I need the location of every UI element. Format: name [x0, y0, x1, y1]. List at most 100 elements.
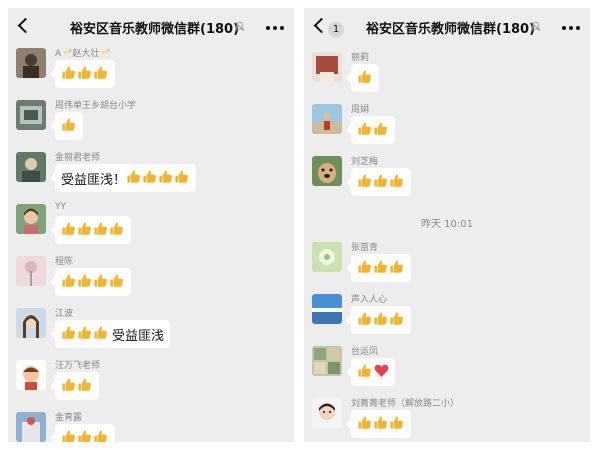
thumbs-up-emoji	[61, 65, 109, 84]
avatar[interactable]	[312, 156, 342, 186]
thumbs-up-icon	[357, 259, 372, 278]
sender-name: A🥂赵大壮🥂	[55, 49, 111, 59]
avatar[interactable]	[16, 308, 46, 338]
message-bubble[interactable]	[50, 268, 131, 296]
thumbs-up-icon	[61, 65, 76, 84]
thumbs-up-icon	[389, 311, 404, 330]
sender-name: 江波	[55, 309, 74, 319]
heart-emoji	[374, 363, 389, 382]
thumbs-up-icon	[373, 311, 388, 330]
thumbs-up-icon	[61, 377, 76, 396]
avatar[interactable]	[312, 242, 342, 272]
thumbs-up-emoji	[357, 259, 405, 278]
message-bubble[interactable]	[346, 254, 411, 282]
message-item: A🥂赵大壮🥂	[8, 48, 294, 100]
sender-name: 刘菁菁老师（解放路二小）	[351, 399, 460, 409]
avatar[interactable]	[16, 412, 46, 442]
message-bubble[interactable]	[346, 358, 395, 386]
more-options-icon[interactable]	[562, 26, 580, 30]
thumbs-up-icon	[389, 259, 404, 278]
message-bubble[interactable]	[50, 424, 115, 442]
message-bubble[interactable]	[346, 168, 411, 196]
thumbs-up-icon	[77, 65, 92, 84]
message-item: 周伟单王乡胡台小学	[8, 100, 294, 152]
thumbs-up-icon	[373, 415, 388, 434]
thumbs-up-icon	[389, 415, 404, 434]
thumbs-up-icon	[357, 311, 372, 330]
thumbs-up-icon	[109, 221, 124, 240]
thumbs-up-emoji	[357, 311, 405, 330]
message-bubble[interactable]	[50, 216, 131, 244]
message-bubble[interactable]: 受益匪浅	[49, 320, 171, 348]
sender-name: YY	[55, 202, 66, 212]
thumbs-up-emoji	[126, 169, 190, 188]
thumbs-up-emoji	[357, 121, 389, 140]
sender-name: 丽莉	[351, 53, 370, 63]
avatar[interactable]	[16, 48, 46, 78]
avatar[interactable]	[312, 294, 342, 324]
message-item: 金丽君老师 受益匪浅！	[8, 152, 294, 204]
message-text: 受益匪浅！	[61, 172, 127, 188]
thumbs-up-icon	[357, 363, 372, 382]
thumbs-up-emoji	[61, 325, 109, 344]
sender-name: 汪万飞老师	[55, 361, 101, 371]
message-item: 周娟	[304, 104, 590, 156]
thumbs-up-icon	[93, 273, 108, 292]
message-item: YY	[8, 202, 294, 256]
thumbs-up-icon	[357, 121, 372, 140]
thumbs-up-icon	[93, 65, 108, 84]
message-bubble[interactable]	[50, 60, 115, 88]
avatar[interactable]	[312, 104, 342, 134]
thumbs-up-icon	[174, 169, 189, 188]
thumbs-up-icon	[77, 377, 92, 396]
avatar[interactable]	[16, 360, 46, 390]
thumbs-up-icon	[373, 121, 388, 140]
message-item: 江波 受益匪浅	[8, 308, 294, 360]
avatar[interactable]	[16, 204, 46, 234]
back-icon[interactable]	[17, 17, 34, 34]
thumbs-up-icon	[77, 273, 92, 292]
message-bubble[interactable]	[50, 112, 83, 140]
avatar[interactable]	[312, 398, 342, 428]
avatar[interactable]	[312, 52, 342, 82]
chat-panel-right: 1 裕安区音乐教师微信群(180) 丽莉 周娟 刘芝梅 昨天 10:01 张苗青…	[304, 8, 590, 442]
avatar[interactable]	[16, 152, 46, 182]
message-bubble[interactable]	[50, 372, 99, 400]
thumbs-up-icon	[357, 69, 372, 88]
chat-panel-left: 裕安区音乐教师微信群(180) A🥂赵大壮🥂 周伟单王乡胡台小学 金丽君老师 受…	[8, 8, 294, 442]
sender-name: 金丽君老师	[55, 153, 101, 163]
message-item: 声入人心	[304, 294, 590, 346]
avatar[interactable]	[312, 346, 342, 376]
sender-name: 台运凤	[351, 347, 379, 357]
thumbs-up-icon	[77, 429, 92, 442]
back-icon[interactable]	[313, 17, 330, 34]
avatar[interactable]	[16, 256, 46, 286]
message-bubble[interactable]	[346, 116, 395, 144]
message-item: 程陈	[8, 256, 294, 308]
thumbs-up-icon	[126, 169, 141, 188]
thumbs-up-emoji	[61, 429, 109, 442]
thumbs-up-icon	[61, 325, 76, 344]
message-item: 丽莉	[304, 52, 590, 104]
thumbs-up-icon	[93, 325, 108, 344]
thumbs-up-icon	[77, 221, 92, 240]
sender-name: 周伟单王乡胡台小学	[55, 101, 137, 111]
message-bubble[interactable]	[346, 306, 411, 334]
mute-bell-icon	[530, 21, 541, 31]
message-item: 刘菁菁老师（解放路二小）	[304, 398, 590, 442]
message-item: 金育露	[8, 412, 294, 442]
chat-title: 裕安区音乐教师微信群(180)	[366, 22, 536, 37]
message-bubble[interactable]	[346, 410, 411, 438]
thumbs-up-icon	[77, 325, 92, 344]
thumbs-up-emoji	[61, 221, 125, 240]
message-bubble[interactable]	[346, 64, 379, 92]
time-divider: 昨天 10:01	[421, 219, 473, 230]
thumbs-up-icon	[93, 429, 108, 442]
thumbs-up-icon	[61, 273, 76, 292]
message-bubble[interactable]: 受益匪浅！	[49, 164, 197, 192]
message-item: 汪万飞老师	[8, 360, 294, 412]
thumbs-up-icon	[357, 415, 372, 434]
thumbs-up-emoji	[357, 173, 405, 192]
avatar[interactable]	[16, 100, 46, 130]
more-options-icon[interactable]	[266, 26, 284, 30]
